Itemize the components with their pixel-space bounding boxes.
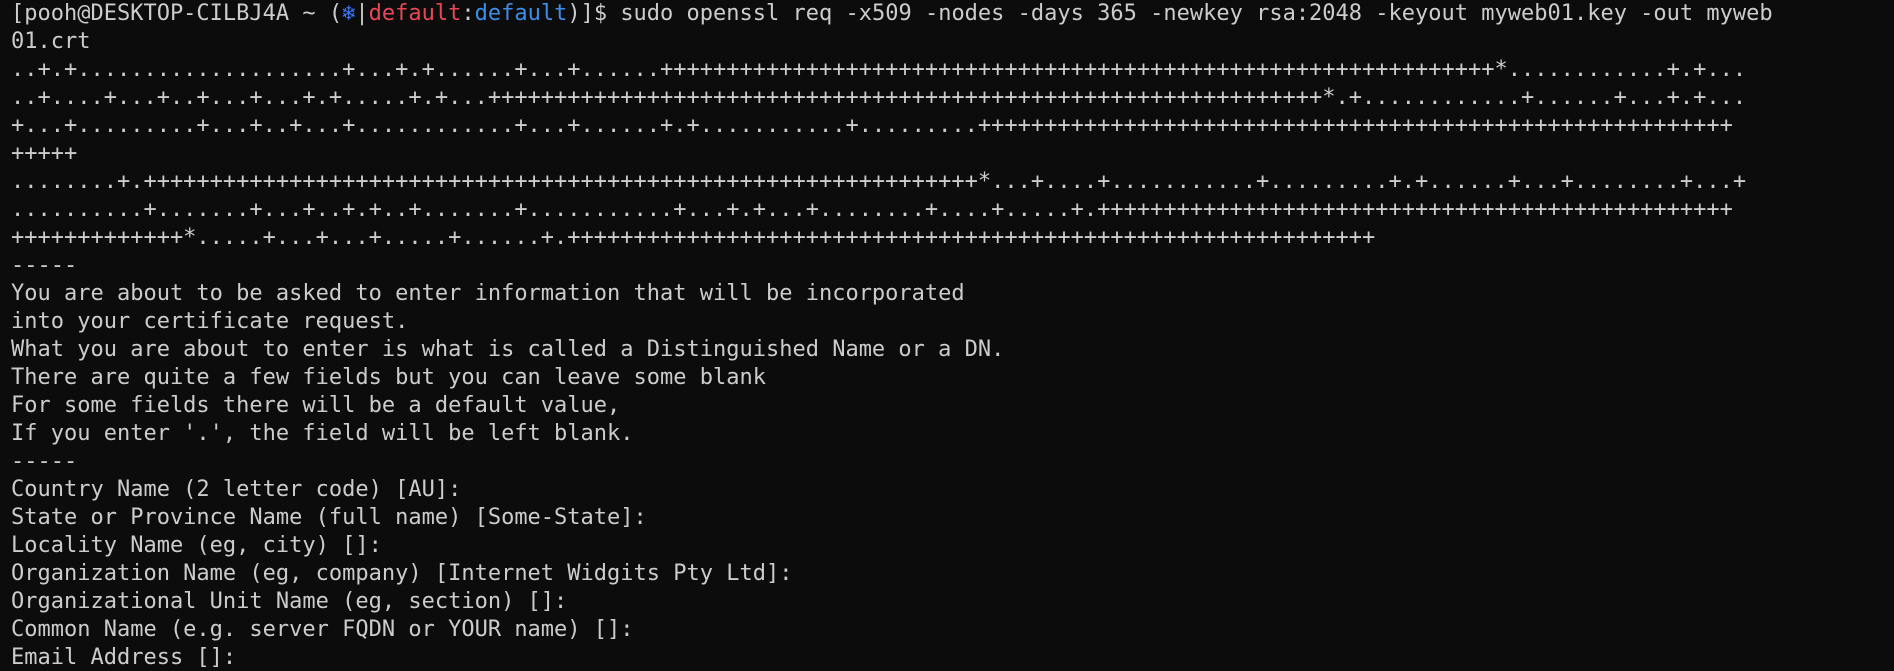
output-line: If you enter '.', the field will be left… — [11, 421, 634, 446]
output-line: ..+.+....................+...+.+......+.… — [11, 57, 1747, 82]
output-line: Organization Name (eg, company) [Interne… — [11, 561, 793, 586]
output-line: Organizational Unit Name (eg, section) [… — [11, 589, 568, 614]
prompt-context-separator: | — [355, 1, 369, 26]
output-line: Locality Name (eg, city) []: — [11, 533, 382, 558]
output-line: What you are about to enter is what is c… — [11, 337, 1005, 362]
output-line: +++++ — [11, 141, 78, 166]
command-text: sudo openssl req -x509 -nodes -days 365 … — [620, 1, 1773, 26]
prompt-context-name: default — [368, 1, 462, 26]
output-line: Email Address []: — [11, 645, 237, 670]
output-line: There are quite a few fields but you can… — [11, 365, 766, 390]
output-line: ----- — [11, 449, 78, 474]
output-line: Country Name (2 letter code) [AU]: — [11, 477, 462, 502]
output-line: ..........+.......+...+..+.+..+.......+.… — [11, 197, 1733, 222]
output-line: into your certificate request. — [11, 309, 409, 334]
output-line: ..+....+...+..+...+...+.+.....+.+...++++… — [11, 85, 1747, 110]
snowflake-icon: ❄ — [342, 1, 356, 26]
output-line: 01.crt — [11, 29, 91, 54]
output-line: ........+.++++++++++++++++++++++++++++++… — [11, 169, 1747, 194]
output-line: ----- — [11, 253, 78, 278]
output-line: +++++++++++++*.....+...+...+.....+......… — [11, 225, 1376, 250]
prompt-open: [pooh@DESKTOP-CILBJ4A ~ ( — [11, 1, 343, 26]
terminal-window[interactable]: [pooh@DESKTOP-CILBJ4A ~ (❄|default:defau… — [0, 0, 1894, 671]
prompt-context-colon: : — [461, 1, 475, 26]
output-line: +...+.........+...+..+...+............+.… — [11, 113, 1733, 138]
output-line: You are about to be asked to enter infor… — [11, 281, 965, 306]
command-line: [pooh@DESKTOP-CILBJ4A ~ (❄|default:defau… — [11, 0, 1894, 28]
output-line: For some fields there will be a default … — [11, 393, 621, 418]
output-line: Common Name (e.g. server FQDN or YOUR na… — [11, 617, 634, 642]
terminal-output: 01.crt ..+.+....................+...+.+..… — [11, 28, 1894, 671]
output-line: State or Province Name (full name) [Some… — [11, 505, 647, 530]
prompt-close: )]$ — [567, 1, 621, 26]
prompt-context-namespace: default — [474, 1, 568, 26]
